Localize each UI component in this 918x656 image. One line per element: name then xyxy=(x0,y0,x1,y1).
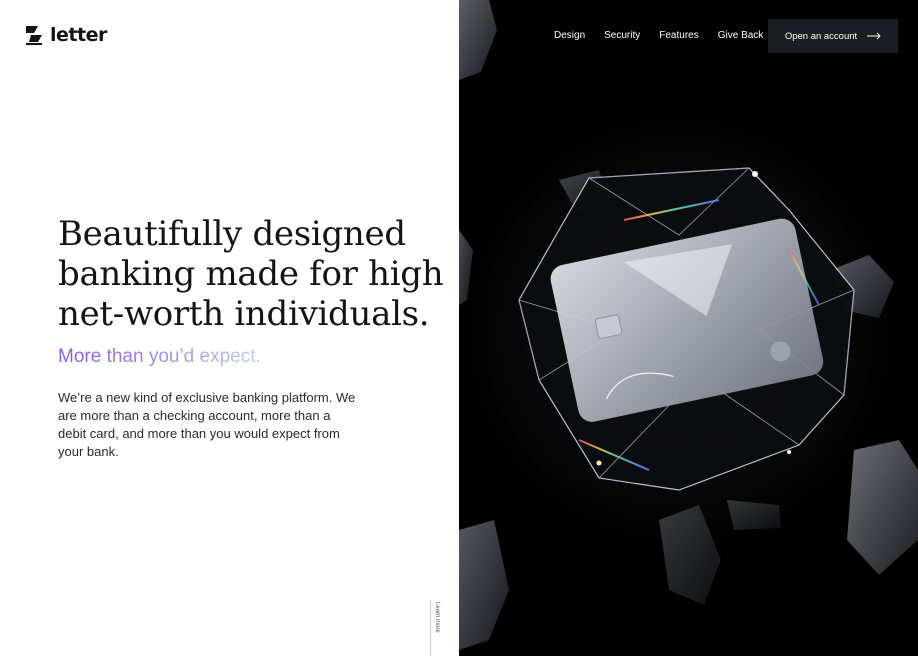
nav-item-security[interactable]: Security xyxy=(604,28,640,44)
main-nav-links: Design Security Features Give Back xyxy=(554,28,763,44)
hero-headline-line: net-worth individuals. xyxy=(58,294,430,334)
hero-subhead: More than you’d expect. xyxy=(58,346,261,367)
learn-more-label: Learn more xyxy=(434,602,440,633)
hero-visual-panel xyxy=(459,0,918,656)
nav-item-design[interactable]: Design xyxy=(554,28,585,44)
learn-more-link[interactable]: Learn more xyxy=(430,600,447,656)
nav-item-give-back[interactable]: Give Back xyxy=(718,28,764,44)
open-account-label: Open an account xyxy=(784,30,858,42)
hero-headline-line: banking made for high xyxy=(58,254,444,294)
crystal-card-illustration xyxy=(459,0,918,656)
brand-name: letter xyxy=(50,24,107,46)
hero-headline: Beautifully designed banking made for hi… xyxy=(58,214,448,334)
nav-item-features[interactable]: Features xyxy=(659,28,698,44)
left-panel: letter Beautifully designed banking made… xyxy=(0,0,459,656)
arrow-right-icon xyxy=(867,32,881,40)
hero-body-copy: We’re a new kind of exclusive banking pl… xyxy=(58,390,356,459)
brand-logo[interactable]: letter xyxy=(24,24,107,46)
open-account-button[interactable]: Open an account xyxy=(768,19,898,53)
hero-headline-line: Beautifully designed xyxy=(58,214,406,254)
letter-logo-icon xyxy=(26,26,42,45)
